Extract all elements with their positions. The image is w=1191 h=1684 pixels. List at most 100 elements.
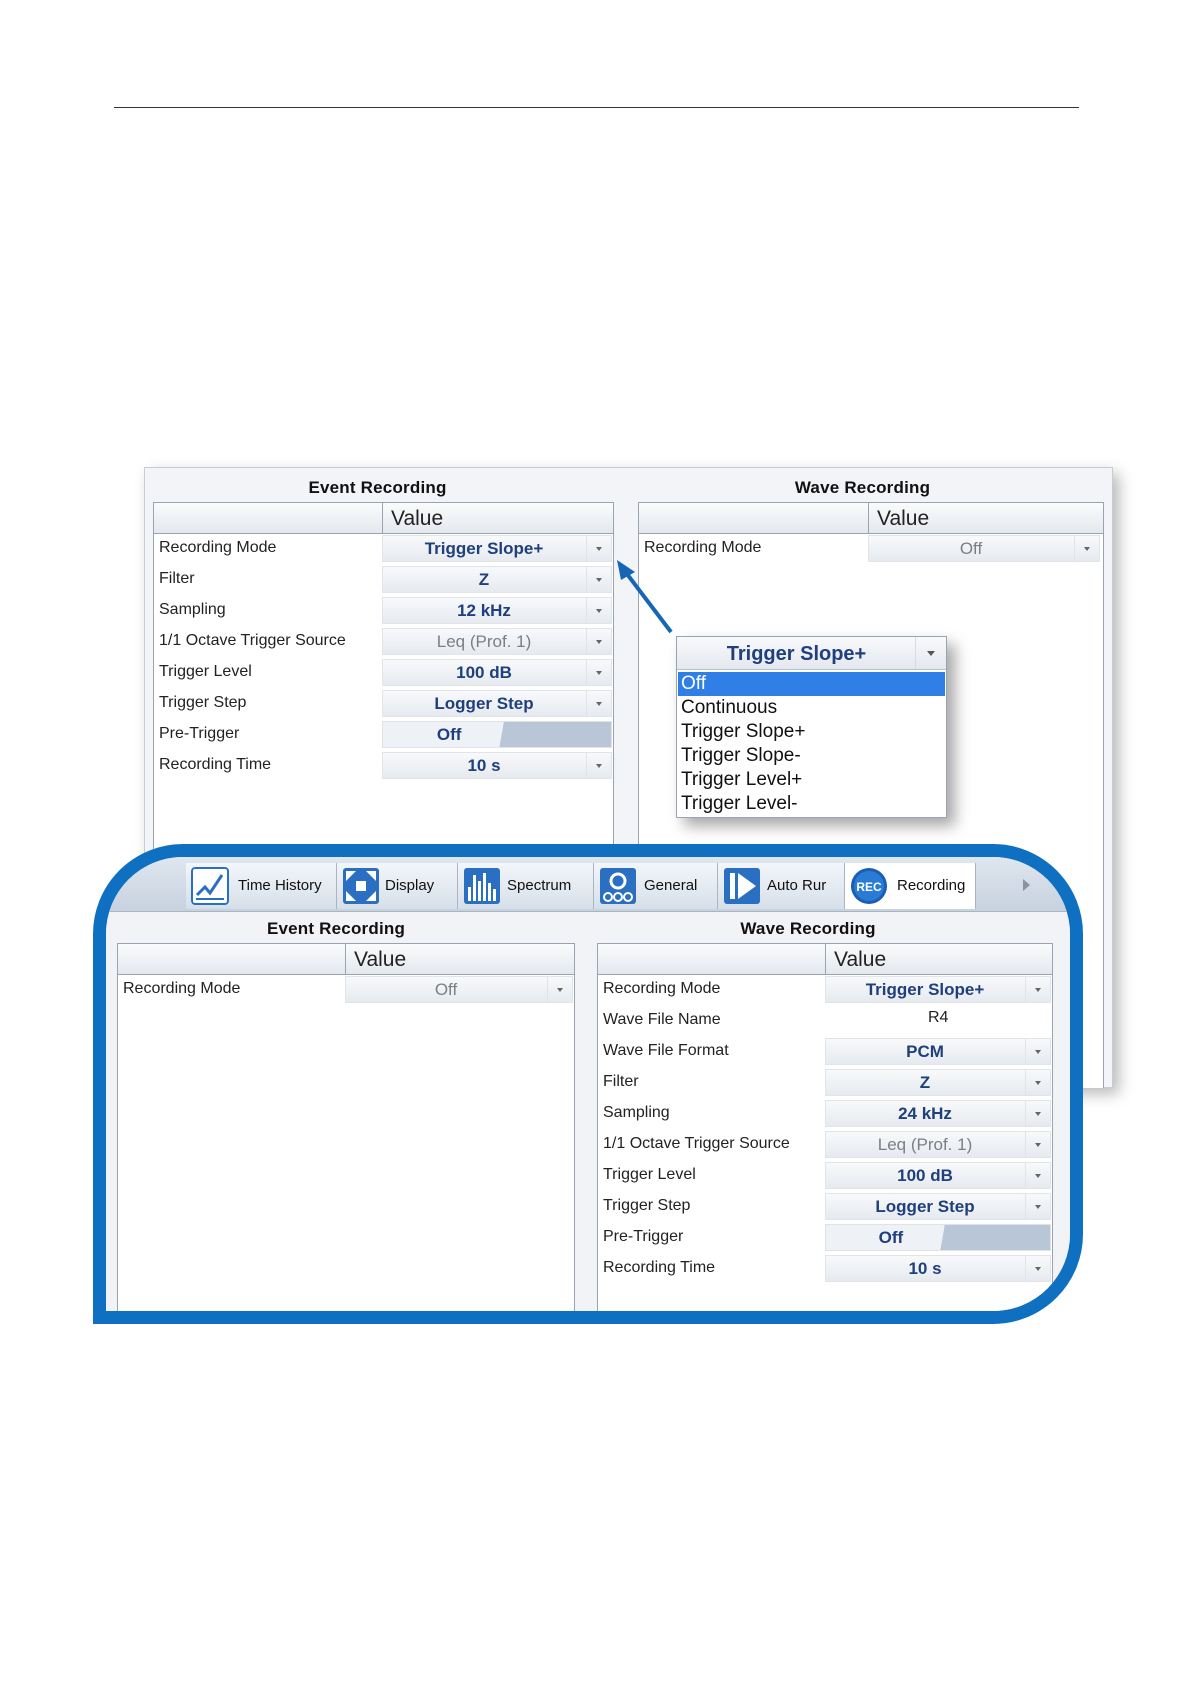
- event-recording-title: Event Recording: [308, 478, 447, 497]
- chevron-down-icon[interactable]: [1025, 1070, 1050, 1095]
- octave-trigger-source-dropdown[interactable]: Leq (Prof. 1): [382, 628, 612, 655]
- row-label: Filter: [603, 1073, 639, 1090]
- event-row-pre-trigger: Pre-Trigger Off: [154, 719, 613, 750]
- chevron-down-icon[interactable]: [1025, 1256, 1050, 1281]
- chevron-down-icon[interactable]: [586, 691, 611, 716]
- grid-header: Value: [118, 944, 574, 975]
- recording-mode-dropdown-list: Trigger Slope+ Off Continuous Trigger Sl…: [676, 636, 947, 818]
- recording-mode-dropdown[interactable]: Off: [345, 976, 573, 1003]
- option-trigger-slope-plus[interactable]: Trigger Slope+: [678, 720, 945, 744]
- row-label: Recording Mode: [603, 980, 721, 997]
- recording-time-dropdown[interactable]: 10 s: [382, 752, 612, 779]
- dropdown-value: 12 kHz: [457, 601, 511, 620]
- row-label: Recording Mode: [159, 539, 277, 556]
- row-label: Wave File Name: [603, 1011, 721, 1028]
- option-trigger-level-plus[interactable]: Trigger Level+: [678, 768, 945, 792]
- tab-time-history[interactable]: Time History: [186, 863, 337, 909]
- wave-row-trigger-level: Trigger Level 100 dB: [598, 1160, 1052, 1191]
- option-continuous[interactable]: Continuous: [678, 696, 945, 720]
- tab-recording[interactable]: REC Recording: [845, 863, 976, 909]
- trigger-level-dropdown[interactable]: 100 dB: [825, 1162, 1051, 1189]
- recording-mode-dropdown[interactable]: Trigger Slope+: [382, 535, 612, 562]
- chevron-down-icon[interactable]: [1025, 1101, 1050, 1126]
- grid-header: Value: [154, 503, 613, 534]
- chevron-down-icon[interactable]: [1025, 1163, 1050, 1188]
- dropdown-value: Logger Step: [434, 694, 534, 713]
- event-row-sampling: Sampling 12 kHz: [154, 595, 613, 626]
- option-off[interactable]: Off: [678, 672, 945, 696]
- recording-mode-dropdown[interactable]: Trigger Slope+: [825, 976, 1051, 1003]
- recording-time-dropdown[interactable]: 10 s: [825, 1255, 1051, 1282]
- chevron-down-icon[interactable]: [1025, 1132, 1050, 1157]
- general-icon: [600, 868, 636, 904]
- chevron-down-icon[interactable]: [1025, 1194, 1050, 1219]
- row-label: Trigger Level: [159, 663, 252, 680]
- wave-file-name-field[interactable]: R4: [928, 1009, 948, 1027]
- event-row-recording-time: Recording Time 10 s: [154, 750, 613, 781]
- event-recording-grid: Value Recording Mode Off: [117, 943, 575, 1311]
- chevron-down-icon[interactable]: [1074, 536, 1099, 561]
- chevron-down-icon[interactable]: [915, 637, 946, 669]
- value-column-header: Value: [834, 948, 887, 971]
- chevron-down-icon[interactable]: [586, 660, 611, 685]
- tab-general[interactable]: General: [594, 863, 718, 909]
- pre-trigger-toggle[interactable]: Off: [825, 1224, 1051, 1251]
- chevron-down-icon[interactable]: [586, 753, 611, 778]
- wave-file-format-dropdown[interactable]: PCM: [825, 1038, 1051, 1065]
- event-row-octave-trigger-source: 1/1 Octave Trigger Source Leq (Prof. 1): [154, 626, 613, 657]
- toggle-value: Off: [878, 1228, 904, 1247]
- chevron-down-icon[interactable]: [586, 598, 611, 623]
- filter-dropdown[interactable]: Z: [382, 566, 612, 593]
- dropdown-value: 100 dB: [897, 1166, 953, 1185]
- option-trigger-level-minus[interactable]: Trigger Level-: [678, 792, 945, 816]
- chevron-down-icon[interactable]: [586, 536, 611, 561]
- tab-spectrum[interactable]: Spectrum: [458, 863, 594, 909]
- wave-row-trigger-step: Trigger Step Logger Step: [598, 1191, 1052, 1222]
- row-label: Recording Mode: [644, 539, 762, 556]
- dropdown-value: 10 s: [908, 1259, 942, 1278]
- spectrum-icon: [464, 868, 500, 904]
- dropdown-value: Logger Step: [875, 1197, 975, 1216]
- tab-label: Time History: [238, 877, 322, 894]
- wave-row-file-format: Wave File Format PCM: [598, 1036, 1052, 1067]
- sampling-dropdown[interactable]: 24 kHz: [825, 1100, 1051, 1127]
- chevron-down-icon[interactable]: [547, 977, 572, 1002]
- svg-text:REC: REC: [856, 880, 882, 894]
- tab-display[interactable]: Display: [337, 863, 458, 909]
- tab-auto-run[interactable]: Auto Rur: [718, 863, 845, 909]
- dropdown-selected[interactable]: Trigger Slope+: [677, 637, 946, 670]
- wave-row-octave-trigger-source: 1/1 Octave Trigger Source Leq (Prof. 1): [598, 1129, 1052, 1160]
- trigger-step-dropdown[interactable]: Logger Step: [825, 1193, 1051, 1220]
- display-icon: [343, 868, 379, 904]
- chevron-down-icon[interactable]: [1025, 1039, 1050, 1064]
- dropdown-value: 100 dB: [456, 663, 512, 682]
- dropdown-value: Z: [919, 1073, 931, 1092]
- chevron-down-icon[interactable]: [1025, 977, 1050, 1002]
- option-trigger-slope-minus[interactable]: Trigger Slope-: [678, 744, 945, 768]
- row-label: Trigger Step: [159, 694, 247, 711]
- highlight-frame: Time History Display Spectrum General Au…: [93, 844, 1083, 1324]
- dropdown-value: Off: [959, 539, 983, 558]
- tab-label: Recording: [897, 877, 966, 894]
- wave-row-recording-mode: Recording Mode Trigger Slope+: [598, 974, 1052, 1005]
- dropdown-value: PCM: [906, 1042, 944, 1061]
- wave-row-pre-trigger: Pre-Trigger Off: [598, 1222, 1052, 1253]
- row-label: Wave File Format: [603, 1042, 729, 1059]
- dropdown-value: Trigger Slope+: [424, 539, 544, 558]
- wave-row-file-name: Wave File Name R4: [598, 1005, 1052, 1036]
- chevron-down-icon[interactable]: [586, 567, 611, 592]
- chevron-down-icon[interactable]: [586, 629, 611, 654]
- event-row-trigger-level: Trigger Level 100 dB: [154, 657, 613, 688]
- row-label: Trigger Step: [603, 1197, 691, 1214]
- recording-mode-dropdown[interactable]: Off: [868, 535, 1100, 562]
- ribbon-scroll-right-icon[interactable]: [1023, 879, 1030, 891]
- sampling-dropdown[interactable]: 12 kHz: [382, 597, 612, 624]
- pre-trigger-toggle[interactable]: Off: [382, 721, 612, 748]
- filter-dropdown[interactable]: Z: [825, 1069, 1051, 1096]
- octave-trigger-source-dropdown[interactable]: Leq (Prof. 1): [825, 1131, 1051, 1158]
- trigger-step-dropdown[interactable]: Logger Step: [382, 690, 612, 717]
- event-row-filter: Filter Z: [154, 564, 613, 595]
- trigger-level-dropdown[interactable]: 100 dB: [382, 659, 612, 686]
- dropdown-value: 24 kHz: [898, 1104, 952, 1123]
- row-label: 1/1 Octave Trigger Source: [603, 1135, 790, 1152]
